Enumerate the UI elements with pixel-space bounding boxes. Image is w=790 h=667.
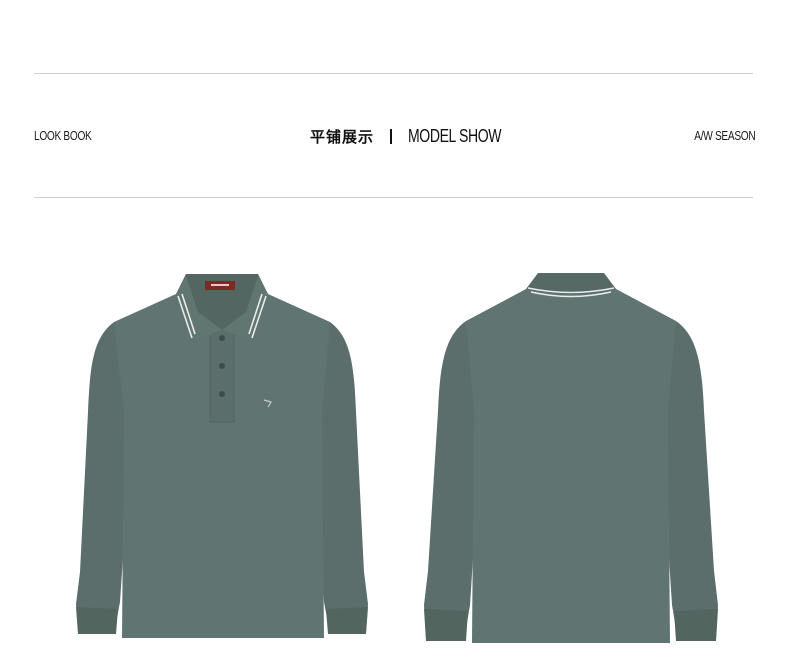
polo-front-image [74,272,370,642]
season-label: A/W SEASON [693,128,755,143]
section-header: LOOK BOOK 平铺展示 MODEL SHOW A/W SEASON [34,120,755,154]
polo-front-icon [76,274,368,638]
top-divider-line [34,73,753,74]
section-title-cn: 平铺展示 [310,127,375,146]
polo-back-icon [424,273,718,643]
polo-back-image [422,271,720,644]
look-book-label: LOOK BOOK [34,128,92,143]
section-title: 平铺展示 MODEL SHOW [310,124,527,148]
title-separator [390,128,393,144]
bottom-divider-line [34,197,753,198]
section-title-en: MODEL SHOW [408,125,502,146]
